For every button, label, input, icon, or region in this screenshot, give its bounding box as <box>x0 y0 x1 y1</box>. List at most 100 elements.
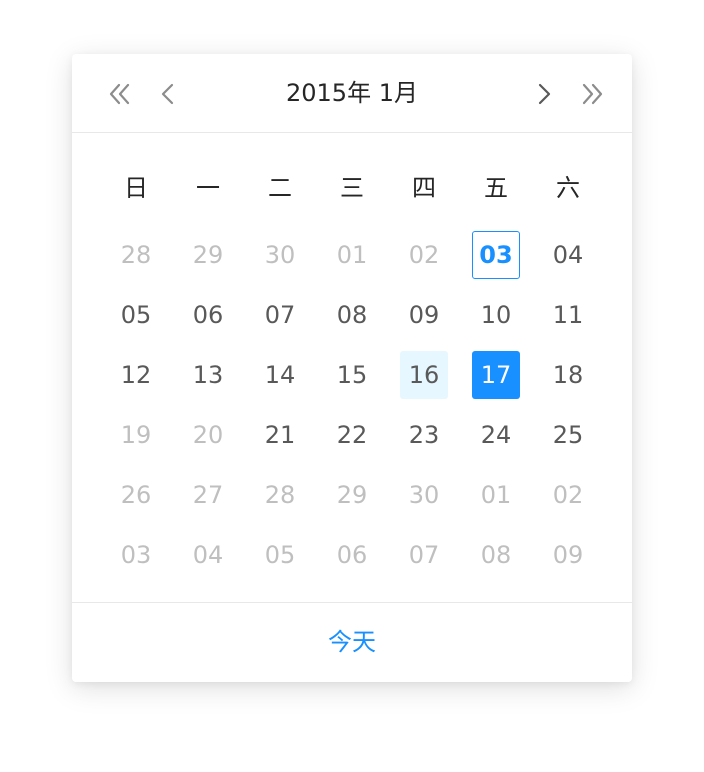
date-item[interactable]: 02 <box>544 471 592 519</box>
date-cell: 28 <box>244 465 316 525</box>
date-cell: 05 <box>244 525 316 585</box>
date-item[interactable]: 09 <box>400 291 448 339</box>
date-item[interactable]: 14 <box>256 351 304 399</box>
date-cell: 07 <box>388 525 460 585</box>
calendar-body: 日 一 二 三 四 五 六 28 29 30 01 02 03 04 05 06 07 08 09 10… <box>72 133 632 603</box>
month-select[interactable]: 1月 <box>379 79 418 107</box>
date-cell: 30 <box>388 465 460 525</box>
date-item[interactable]: 06 <box>328 531 376 579</box>
date-cell: 02 <box>532 465 604 525</box>
week-row: 28 29 30 01 02 03 04 <box>100 225 604 285</box>
date-item[interactable]: 03 <box>112 531 160 579</box>
date-item[interactable]: 25 <box>544 411 592 459</box>
date-cell: 09 <box>388 285 460 345</box>
date-cell: 05 <box>100 285 172 345</box>
weekday-label: 六 <box>556 174 580 202</box>
date-item[interactable]: 12 <box>112 351 160 399</box>
today-button[interactable]: 今天 <box>328 625 376 659</box>
date-item[interactable]: 26 <box>112 471 160 519</box>
date-cell: 01 <box>460 465 532 525</box>
date-item[interactable]: 19 <box>112 411 160 459</box>
date-item[interactable]: 28 <box>112 231 160 279</box>
date-grid: 28 29 30 01 02 03 04 05 06 07 08 09 10 11 12 13 14 15 16 17… <box>100 225 604 585</box>
date-item[interactable]: 15 <box>328 351 376 399</box>
date-cell: 08 <box>460 525 532 585</box>
date-item[interactable]: 04 <box>544 231 592 279</box>
date-picker-panel: 2015年 1月 日 一 二 三 四 五 六 28 29 30 01 02 03… <box>72 54 632 682</box>
date-item[interactable]: 02 <box>400 231 448 279</box>
date-item[interactable]: 30 <box>400 471 448 519</box>
page: 2015年 1月 日 一 二 三 四 五 六 28 29 30 01 02 03… <box>0 0 704 772</box>
date-item[interactable]: 07 <box>256 291 304 339</box>
date-cell: 17 <box>460 345 532 405</box>
date-item[interactable]: 22 <box>328 411 376 459</box>
date-item[interactable]: 05 <box>112 291 160 339</box>
week-row: 12 13 14 15 16 17 18 <box>100 345 604 405</box>
date-item[interactable]: 08 <box>472 531 520 579</box>
weekday-label: 日 <box>124 174 148 202</box>
date-cell: 06 <box>172 285 244 345</box>
date-item[interactable]: 29 <box>184 231 232 279</box>
date-cell: 16 <box>388 345 460 405</box>
next-year-button[interactable] <box>578 80 606 108</box>
weekday-label: 三 <box>340 174 364 202</box>
date-item[interactable]: 10 <box>472 291 520 339</box>
date-item[interactable]: 09 <box>544 531 592 579</box>
date-cell: 04 <box>532 225 604 285</box>
weekday-label: 五 <box>484 174 508 202</box>
date-item[interactable]: 07 <box>400 531 448 579</box>
date-item[interactable]: 16 <box>400 351 448 399</box>
date-cell: 15 <box>316 345 388 405</box>
date-cell: 30 <box>244 225 316 285</box>
date-cell: 19 <box>100 405 172 465</box>
date-cell: 12 <box>100 345 172 405</box>
weekday-label: 四 <box>412 174 436 202</box>
date-item[interactable]: 01 <box>472 471 520 519</box>
date-item[interactable]: 01 <box>328 231 376 279</box>
date-item[interactable]: 24 <box>472 411 520 459</box>
date-item[interactable]: 13 <box>184 351 232 399</box>
today-date[interactable]: 03 <box>472 231 520 279</box>
double-chevron-right-icon <box>582 83 603 105</box>
date-cell: 24 <box>460 405 532 465</box>
date-cell: 21 <box>244 405 316 465</box>
picker-footer: 今天 <box>72 603 632 681</box>
date-cell: 14 <box>244 345 316 405</box>
date-item[interactable]: 20 <box>184 411 232 459</box>
date-cell: 07 <box>244 285 316 345</box>
date-item[interactable]: 05 <box>256 531 304 579</box>
date-cell: 11 <box>532 285 604 345</box>
date-item[interactable]: 11 <box>544 291 592 339</box>
date-cell: 23 <box>388 405 460 465</box>
date-cell: 26 <box>100 465 172 525</box>
date-item[interactable]: 23 <box>400 411 448 459</box>
date-item[interactable]: 18 <box>544 351 592 399</box>
date-cell: 08 <box>316 285 388 345</box>
selected-date[interactable]: 17 <box>472 351 520 399</box>
week-row: 03 04 05 06 07 08 09 <box>100 525 604 585</box>
date-item[interactable]: 06 <box>184 291 232 339</box>
date-item[interactable]: 28 <box>256 471 304 519</box>
date-item[interactable]: 27 <box>184 471 232 519</box>
date-cell: 03 <box>460 225 532 285</box>
date-item[interactable]: 21 <box>256 411 304 459</box>
date-cell: 10 <box>460 285 532 345</box>
date-cell: 06 <box>316 525 388 585</box>
next-month-button[interactable] <box>530 80 558 108</box>
date-item[interactable]: 04 <box>184 531 232 579</box>
date-cell: 13 <box>172 345 244 405</box>
date-cell: 03 <box>100 525 172 585</box>
weekday-header-row: 日 一 二 三 四 五 六 <box>100 171 604 205</box>
week-row: 19 20 21 22 23 24 25 <box>100 405 604 465</box>
chevron-right-icon <box>538 83 551 105</box>
date-item[interactable]: 29 <box>328 471 376 519</box>
date-cell: 25 <box>532 405 604 465</box>
date-cell: 02 <box>388 225 460 285</box>
date-cell: 22 <box>316 405 388 465</box>
date-cell: 18 <box>532 345 604 405</box>
year-select[interactable]: 2015年 <box>286 79 371 107</box>
date-cell: 04 <box>172 525 244 585</box>
date-cell: 29 <box>316 465 388 525</box>
date-item[interactable]: 30 <box>256 231 304 279</box>
date-item[interactable]: 08 <box>328 291 376 339</box>
